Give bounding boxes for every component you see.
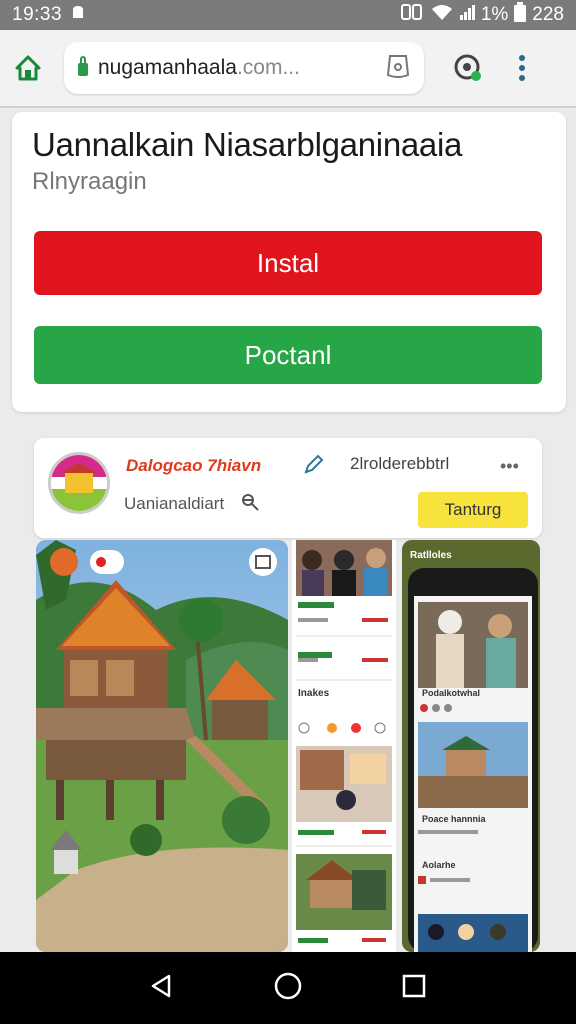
- battery-icon: [514, 2, 527, 28]
- overflow-menu-icon[interactable]: [518, 54, 526, 82]
- home-circle-icon[interactable]: [273, 971, 303, 1006]
- open-button[interactable]: Poctanl: [34, 326, 542, 384]
- status-bar: 19:33 1% 228: [0, 0, 576, 30]
- url-tail: .com...: [236, 56, 300, 79]
- address-bar[interactable]: nugamanhaala.com...: [64, 42, 424, 94]
- install-button[interactable]: Instal: [34, 231, 542, 295]
- battery-percent: 1%: [480, 4, 509, 25]
- signal-icon: [459, 4, 475, 26]
- phone-header-label: Ratlloles: [410, 550, 452, 561]
- back-icon[interactable]: [149, 973, 175, 1004]
- phone-row-3: Aolarhe: [422, 860, 456, 870]
- more-dots-icon[interactable]: •••: [500, 456, 519, 477]
- app-title: Uannalkain Niasarblganinaaia: [32, 126, 463, 163]
- downloads-count: 2lrolderebbtrl: [350, 454, 450, 473]
- lock-icon[interactable]: [78, 55, 88, 81]
- phone-row-1: Podalkotwhal: [422, 688, 481, 698]
- screenshot-list[interactable]: Inakes: [292, 540, 396, 952]
- edit-icon[interactable]: [302, 454, 324, 481]
- app-header-card: Uannalkain Niasarblganinaaia Rlnyraagin …: [12, 112, 566, 412]
- status-time: 19:33: [12, 4, 63, 25]
- category-label[interactable]: Uanianaldiart: [124, 494, 224, 514]
- share-icon[interactable]: [240, 492, 260, 517]
- app-subtitle: Rlnyraagin: [32, 168, 147, 195]
- list-section-title: Inakes: [298, 688, 330, 699]
- url-domain: nugamanhaala: [98, 56, 237, 79]
- tag-button[interactable]: Tanturg: [418, 492, 528, 528]
- url-text[interactable]: nugamanhaala.com...: [98, 56, 386, 80]
- app-info-card: Dalogcao 7hiavn 2lrolderebbtrl ••• Uania…: [34, 438, 542, 538]
- recents-icon[interactable]: [401, 973, 427, 1004]
- app-logo: [48, 452, 110, 514]
- wifi-icon: [431, 3, 453, 27]
- phone-row-2: Poace hannnia: [422, 814, 486, 824]
- home-icon[interactable]: [14, 54, 42, 82]
- screenshot-resort[interactable]: [36, 540, 288, 952]
- browser-toolbar: nugamanhaala.com...: [0, 30, 576, 108]
- developer-name[interactable]: Dalogcao 7hiavn: [126, 456, 261, 476]
- status-extra: 228: [532, 4, 564, 25]
- notification-icon: [70, 4, 86, 26]
- screenshot-phone[interactable]: Ratlloles Podalkotwhal Poace hannnia Aol…: [402, 540, 540, 952]
- lens-icon[interactable]: [452, 52, 484, 84]
- tab-shield-icon[interactable]: [386, 53, 410, 84]
- system-nav-bar: [0, 952, 576, 1024]
- vibrate-icon: [399, 3, 425, 27]
